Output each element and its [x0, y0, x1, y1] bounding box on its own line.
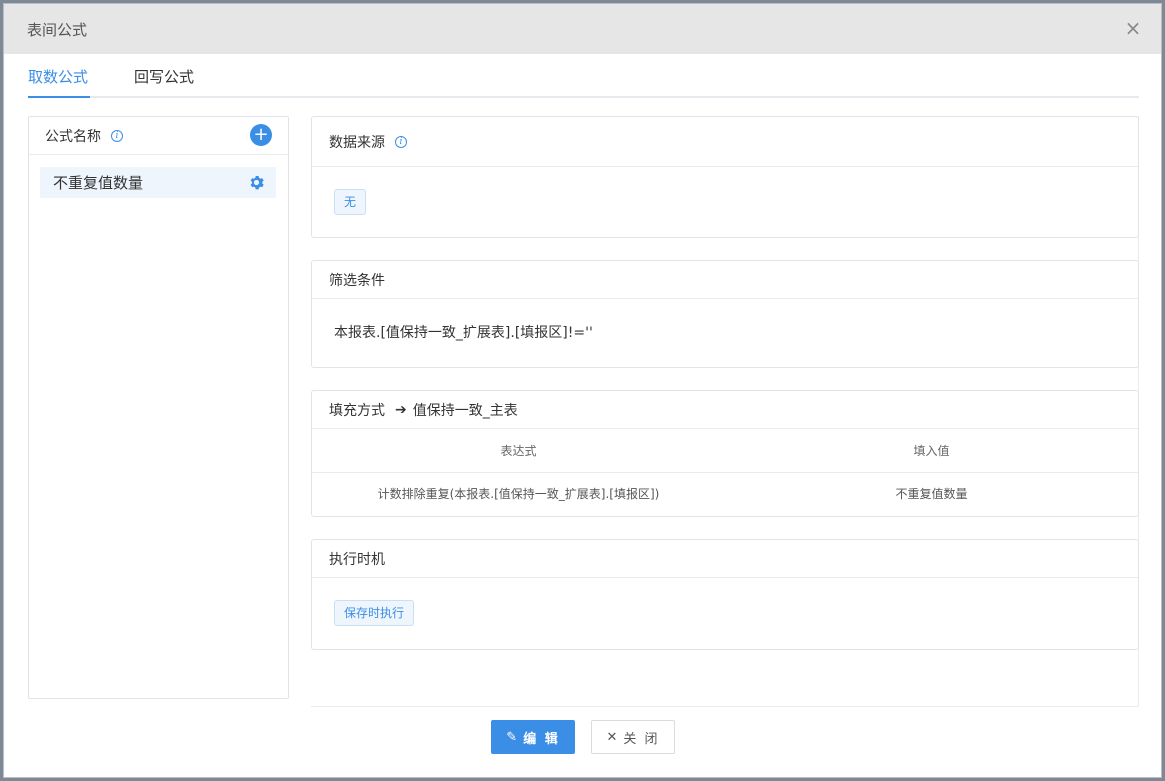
- tab-writeback-formula[interactable]: 回写公式: [134, 56, 194, 98]
- filter-card: 筛选条件 本报表.[值保持一致_扩展表].[填报区]!='': [311, 260, 1139, 368]
- formula-list-panel: 公式名称 i + 不重复值数量: [28, 116, 289, 699]
- column-header-fill-value: 填入值: [725, 429, 1138, 473]
- info-icon[interactable]: i: [395, 135, 407, 148]
- fill-value-cell: 不重复值数量: [895, 487, 968, 502]
- filter-condition-text: 本报表.[值保持一致_扩展表].[填报区]!='': [334, 325, 593, 341]
- table-row: 计数排除重复(本报表.[值保持一致_扩展表].[填报区]) 不重复值数量: [312, 472, 1138, 515]
- formula-list-header: 公式名称 i +: [29, 117, 288, 155]
- filter-header: 筛选条件: [312, 261, 1138, 299]
- tab-fetch-formula[interactable]: 取数公式: [28, 56, 90, 98]
- fill-mode-card: 填充方式 ➔ 值保持一致_主表 表达式 填入值 计数排除重复(本报表.[值保持一…: [311, 390, 1139, 517]
- fill-mode-header: 填充方式 ➔ 值保持一致_主表: [312, 391, 1138, 429]
- formula-list-item[interactable]: 不重复值数量: [40, 167, 276, 198]
- edit-pencil-icon: ✎: [506, 729, 518, 745]
- expression-cell: 计数排除重复(本报表.[值保持一致_扩展表].[填报区]): [377, 487, 660, 502]
- timing-tag: 保存时执行: [334, 600, 415, 626]
- dialog: 表间公式 × 取数公式 回写公式 公式名称 i + 不重复值数量 数据来源 i …: [3, 3, 1162, 778]
- data-source-header: 数据来源 i: [312, 117, 1138, 167]
- formula-item-label: 不重复值数量: [53, 174, 144, 192]
- filter-title: 筛选条件: [329, 272, 385, 289]
- gear-icon[interactable]: [249, 175, 264, 190]
- dialog-title: 表间公式: [27, 20, 88, 39]
- edit-button[interactable]: ✎ 编 辑: [491, 720, 575, 754]
- close-button-label: 关 闭: [623, 731, 660, 747]
- close-icon: ✕: [606, 729, 618, 745]
- dialog-titlebar: 表间公式 ×: [4, 4, 1161, 54]
- plus-circle-icon[interactable]: +: [250, 124, 272, 146]
- info-icon[interactable]: i: [111, 129, 123, 142]
- timing-title: 执行时机: [329, 551, 385, 568]
- data-source-title: 数据来源: [329, 134, 385, 151]
- timing-card: 执行时机 保存时执行: [311, 539, 1139, 650]
- fill-mode-table: 表达式 填入值 计数排除重复(本报表.[值保持一致_扩展表].[填报区]) 不重…: [312, 429, 1138, 515]
- tab-bar: 取数公式 回写公式: [28, 56, 1139, 98]
- edit-button-label: 编 辑: [523, 731, 560, 747]
- data-source-card: 数据来源 i 无: [311, 116, 1139, 238]
- column-header-expression: 表达式: [312, 429, 725, 473]
- formula-detail-area: 数据来源 i 无 筛选条件 本报表.[值保持一致_扩展表].[填报区]!='' …: [311, 116, 1139, 707]
- fill-mode-target: 值保持一致_主表: [412, 402, 518, 419]
- close-icon[interactable]: ×: [1123, 18, 1143, 38]
- arrow-right-icon: ➔: [395, 401, 407, 418]
- data-source-tag: 无: [334, 189, 367, 215]
- formula-list-title: 公式名称: [45, 128, 101, 145]
- timing-header: 执行时机: [312, 540, 1138, 578]
- close-button[interactable]: ✕ 关 闭: [591, 720, 675, 754]
- fill-mode-title: 填充方式: [329, 402, 385, 419]
